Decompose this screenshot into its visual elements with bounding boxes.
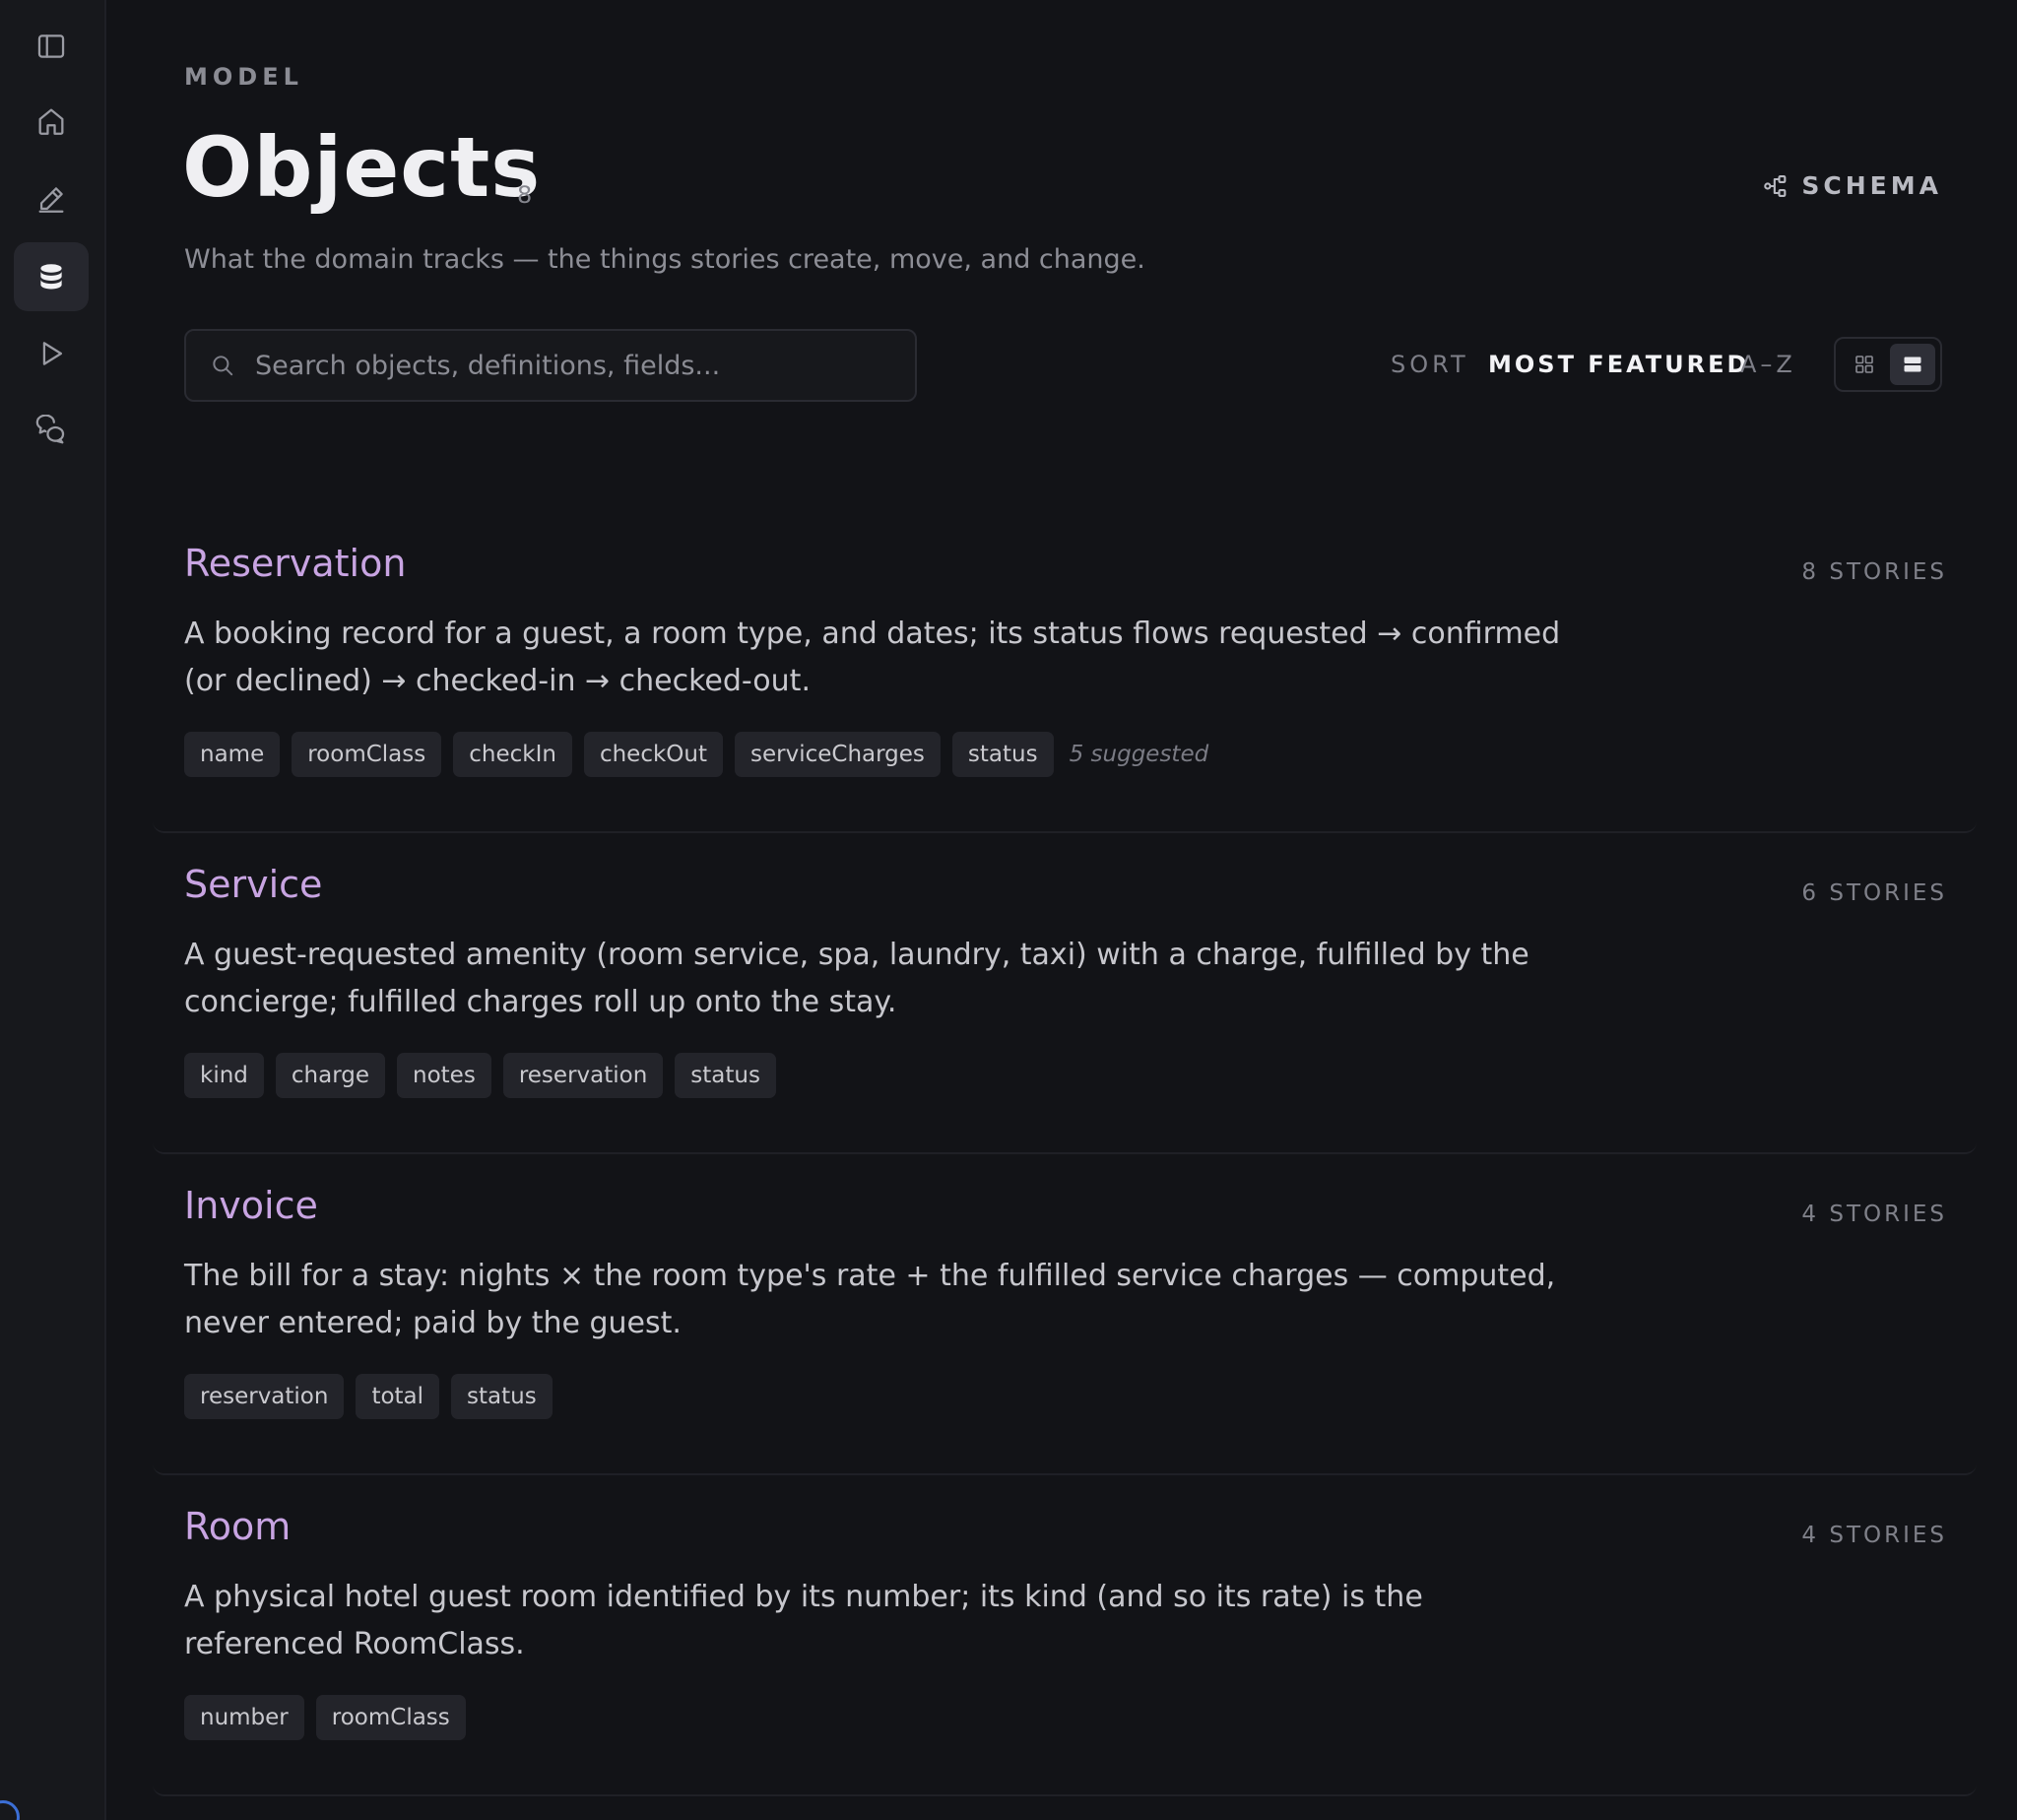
field-chip[interactable]: roomClass (315, 1695, 466, 1740)
section-eyebrow: MODEL (184, 63, 303, 91)
home-icon (38, 108, 64, 135)
page-title: Objects (182, 119, 542, 216)
field-chip[interactable]: reservation (502, 1053, 664, 1098)
object-description: A booking record for a guest, a room typ… (184, 617, 1561, 698)
pencil-icon (38, 187, 64, 213)
object-name[interactable]: Room (184, 1505, 291, 1548)
field-list: name roomClass checkIn checkOut serviceC… (184, 732, 1208, 777)
sidebar-item-edit[interactable] (14, 164, 89, 233)
object-card-room[interactable]: Room 4 STORIES A physical hotel guest ro… (153, 1475, 1977, 1796)
grid-view-icon (1854, 356, 1873, 373)
object-card-service[interactable]: Service 6 STORIES A guest-requested amen… (153, 833, 1977, 1154)
field-chip[interactable]: checkOut (583, 732, 723, 777)
sidebar-item-run[interactable] (14, 319, 89, 388)
story-count: 6 STORIES (1801, 880, 1947, 906)
search-icon (213, 356, 233, 376)
sidebar-toggle-button[interactable] (14, 12, 89, 81)
sort-label: SORT (1391, 351, 1469, 378)
field-chip[interactable]: status (451, 1374, 553, 1419)
page-subtitle: What the domain tracks — the things stor… (184, 244, 1145, 275)
window-corner-accent (0, 1800, 20, 1820)
sidebar-item-model[interactable] (14, 242, 89, 311)
object-card-invoice[interactable]: Invoice 4 STORIES The bill for a stay: n… (153, 1154, 1977, 1475)
list-view-button[interactable] (1889, 344, 1935, 385)
field-chip[interactable]: status (951, 732, 1054, 777)
field-chip[interactable]: charge (275, 1053, 386, 1098)
view-toggle (1834, 337, 1942, 392)
story-count: 4 STORIES (1801, 1202, 1947, 1227)
field-chip[interactable]: reservation (184, 1374, 345, 1419)
sidebar-item-home[interactable] (14, 87, 89, 156)
field-chip[interactable]: name (184, 732, 281, 777)
sidebar (0, 0, 106, 1820)
schema-button[interactable]: SCHEMA (1762, 171, 1942, 200)
sidebar-toggle-icon (37, 34, 65, 58)
list-view-icon (1904, 357, 1920, 372)
object-description: A guest-requested amenity (room service,… (184, 938, 1529, 1019)
sort-most-featured[interactable]: MOST FEATURED (1488, 351, 1749, 378)
field-chip[interactable]: kind (184, 1053, 264, 1098)
object-description: The bill for a stay: nights × the room t… (184, 1259, 1556, 1340)
app-window: MODEL Objects 8 SCHEMA What the domain t… (0, 0, 2017, 1820)
field-chip[interactable]: status (675, 1053, 776, 1098)
field-chip[interactable]: roomClass (292, 732, 442, 777)
schema-button-label: SCHEMA (1801, 171, 1942, 200)
field-chip[interactable]: number (184, 1695, 304, 1740)
field-list: number roomClass (184, 1695, 466, 1740)
search-box[interactable] (184, 329, 917, 402)
sidebar-item-chat[interactable] (14, 397, 89, 466)
field-chip[interactable]: notes (397, 1053, 491, 1098)
play-icon (42, 342, 63, 365)
object-count: 8 (517, 181, 533, 209)
field-list: kind charge notes reservation status (184, 1053, 776, 1098)
database-icon (40, 264, 62, 290)
object-name[interactable]: Invoice (184, 1184, 318, 1227)
chat-icon (35, 415, 65, 444)
object-name[interactable]: Service (184, 863, 322, 906)
object-name[interactable]: Reservation (184, 542, 406, 585)
story-count: 8 STORIES (1801, 559, 1947, 585)
story-count: 4 STORIES (1801, 1523, 1947, 1548)
sort-a-z[interactable]: A–Z (1740, 351, 1796, 378)
object-description: A physical hotel guest room identified b… (184, 1580, 1423, 1661)
object-card-reservation[interactable]: Reservation 8 STORIES A booking record f… (153, 512, 1977, 833)
grid-view-button[interactable] (1842, 344, 1887, 385)
field-chip[interactable]: checkIn (453, 732, 572, 777)
field-chip[interactable]: serviceCharges (735, 732, 941, 777)
main-content: MODEL Objects 8 SCHEMA What the domain t… (105, 0, 2017, 1820)
suggested-fields-link[interactable]: 5 suggested (1070, 742, 1209, 767)
schema-icon (1764, 174, 1787, 197)
field-chip[interactable]: total (356, 1374, 440, 1419)
field-list: reservation total status (184, 1374, 553, 1419)
object-list: Reservation 8 STORIES A booking record f… (153, 512, 1977, 1796)
search-input[interactable] (253, 349, 907, 382)
